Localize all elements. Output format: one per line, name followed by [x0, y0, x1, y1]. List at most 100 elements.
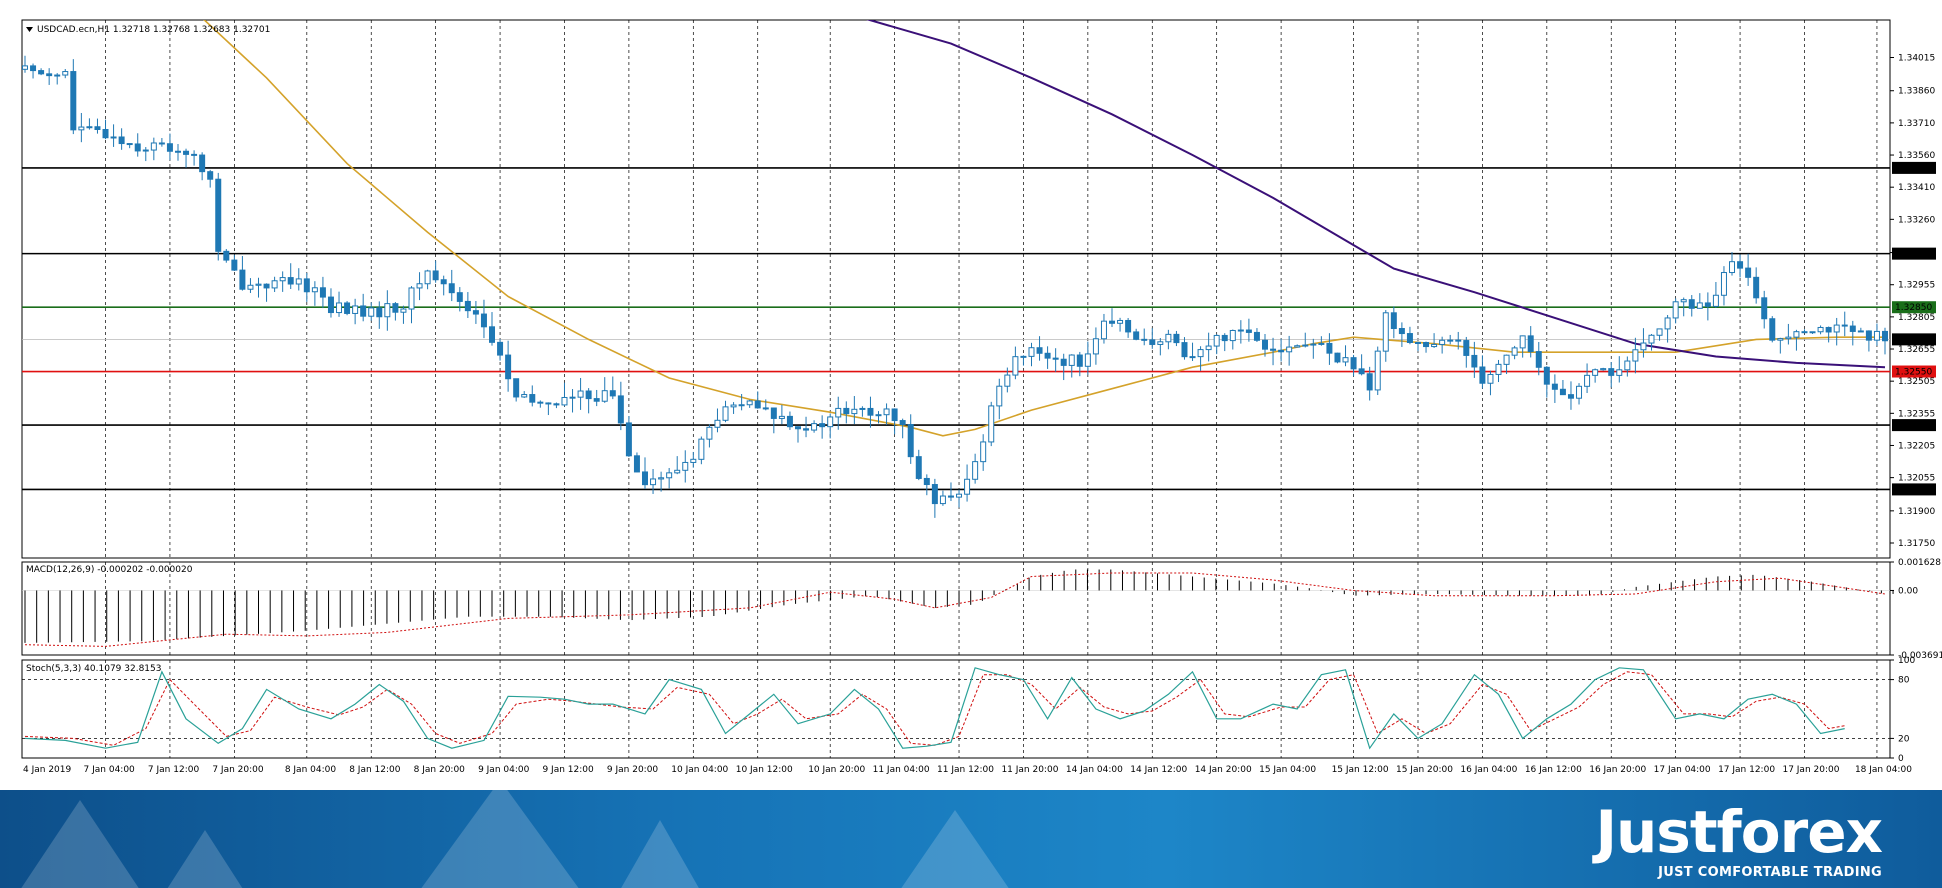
candle-body: [191, 153, 198, 156]
y-tick-label: 1.33260: [1898, 215, 1935, 225]
candle-body: [1543, 366, 1550, 385]
candle-body: [1688, 299, 1695, 309]
candle-body: [956, 493, 963, 498]
candle-body: [456, 292, 463, 302]
candle-body: [118, 136, 125, 145]
candle-body: [1310, 343, 1317, 346]
candle-body: [1398, 328, 1405, 335]
x-tick-label: 7 Jan 12:00: [148, 765, 200, 775]
candle-body: [199, 154, 206, 173]
candle-body: [142, 149, 149, 152]
candle-body: [1720, 272, 1727, 296]
candle-body: [553, 403, 560, 406]
candle-body: [996, 385, 1003, 407]
candle-body: [384, 303, 391, 318]
candle-body: [1439, 339, 1446, 345]
macd-y-tick-label: 0.001628: [1898, 558, 1941, 568]
decor-triangle: [620, 820, 700, 888]
candle-body: [1181, 342, 1188, 358]
candle-body: [1495, 363, 1502, 375]
candle-body: [1825, 326, 1832, 333]
candle-body: [1793, 331, 1800, 338]
candle-body: [408, 287, 415, 310]
y-tick-label: 1.32655: [1898, 345, 1935, 355]
candle-body: [1189, 356, 1196, 359]
candle-body: [311, 287, 318, 293]
candle-body: [1366, 373, 1373, 391]
y-tick-label: 1.32505: [1898, 377, 1935, 387]
candle-body: [207, 171, 214, 180]
candle-body: [78, 126, 85, 131]
candle-body: [778, 415, 785, 419]
candle-body: [344, 302, 351, 314]
candle-body: [1841, 324, 1848, 327]
candle-body: [899, 420, 906, 426]
candle-body: [1761, 297, 1768, 320]
candle-body: [1221, 334, 1228, 342]
candle-body: [352, 305, 359, 314]
candle-body: [1141, 338, 1148, 341]
candle-body: [642, 471, 648, 486]
x-tick-label: 14 Jan 12:00: [1130, 765, 1187, 775]
x-tick-label: 17 Jan 12:00: [1718, 765, 1775, 775]
candle-body: [1270, 348, 1277, 351]
candle-body: [1704, 302, 1711, 307]
level-price-label: 1.33100: [1895, 250, 1932, 260]
candle-body: [666, 472, 673, 479]
candle-body: [319, 287, 326, 298]
x-tick-label: 8 Jan 20:00: [414, 765, 466, 775]
candle-body: [1487, 373, 1494, 384]
ma-slow-line: [866, 20, 1886, 369]
candle-body: [1463, 340, 1470, 356]
candle-body: [803, 428, 810, 431]
candle-body: [770, 407, 777, 419]
candle-body: [1527, 335, 1534, 353]
candle-body: [1294, 345, 1301, 348]
candle-body: [1342, 357, 1349, 363]
candle-body: [1044, 352, 1051, 359]
candle-body: [247, 284, 254, 290]
candle-body: [819, 423, 826, 428]
candle-body: [1559, 388, 1566, 396]
candle-body: [126, 143, 133, 146]
x-tick-label: 11 Jan 04:00: [873, 765, 930, 775]
x-tick-label: 16 Jan 20:00: [1589, 765, 1646, 775]
candle-body: [287, 277, 294, 285]
symbol-header: USDCAD.ecn,H1 1.32718 1.32768 1.32683 1.…: [37, 25, 270, 35]
candle-body: [537, 401, 544, 404]
candle-body: [424, 270, 431, 285]
candle-body: [1576, 385, 1583, 399]
candle-body: [980, 441, 987, 463]
candle-body: [1052, 357, 1059, 360]
candle-body: [1640, 342, 1647, 351]
candle-body: [1133, 331, 1140, 340]
candle-body: [601, 390, 608, 402]
candle-body: [1278, 349, 1285, 353]
brand-banner: Justforex JUST COMFORTABLE TRADING: [0, 790, 1942, 888]
candle-body: [698, 438, 705, 460]
candle-body: [1471, 354, 1478, 368]
candle-body: [472, 310, 479, 315]
x-tick-label: 14 Jan 04:00: [1066, 765, 1123, 775]
candle-body: [166, 143, 173, 152]
level-price-label: 1.33500: [1895, 164, 1932, 174]
decor-triangle: [20, 800, 140, 888]
candle-body: [851, 408, 858, 415]
decor-triangle: [160, 830, 250, 888]
candle-body: [867, 407, 874, 416]
candle-body: [231, 259, 238, 271]
candle-body: [1012, 356, 1019, 376]
candle-body: [1745, 267, 1752, 278]
macd-header: MACD(12,26,9) -0.000202 -0.000020: [26, 565, 193, 575]
candle-body: [1600, 368, 1607, 371]
candle-body: [988, 405, 995, 443]
candle-body: [1036, 347, 1043, 354]
candle-body: [1117, 319, 1124, 324]
candle-body: [609, 390, 616, 397]
candle-body: [38, 70, 45, 75]
candle-body: [1882, 330, 1888, 342]
candle-body: [440, 279, 447, 285]
candle-body: [1865, 330, 1872, 341]
candle-body: [714, 419, 721, 428]
stoch-y-tick-label: 0: [1898, 754, 1904, 764]
